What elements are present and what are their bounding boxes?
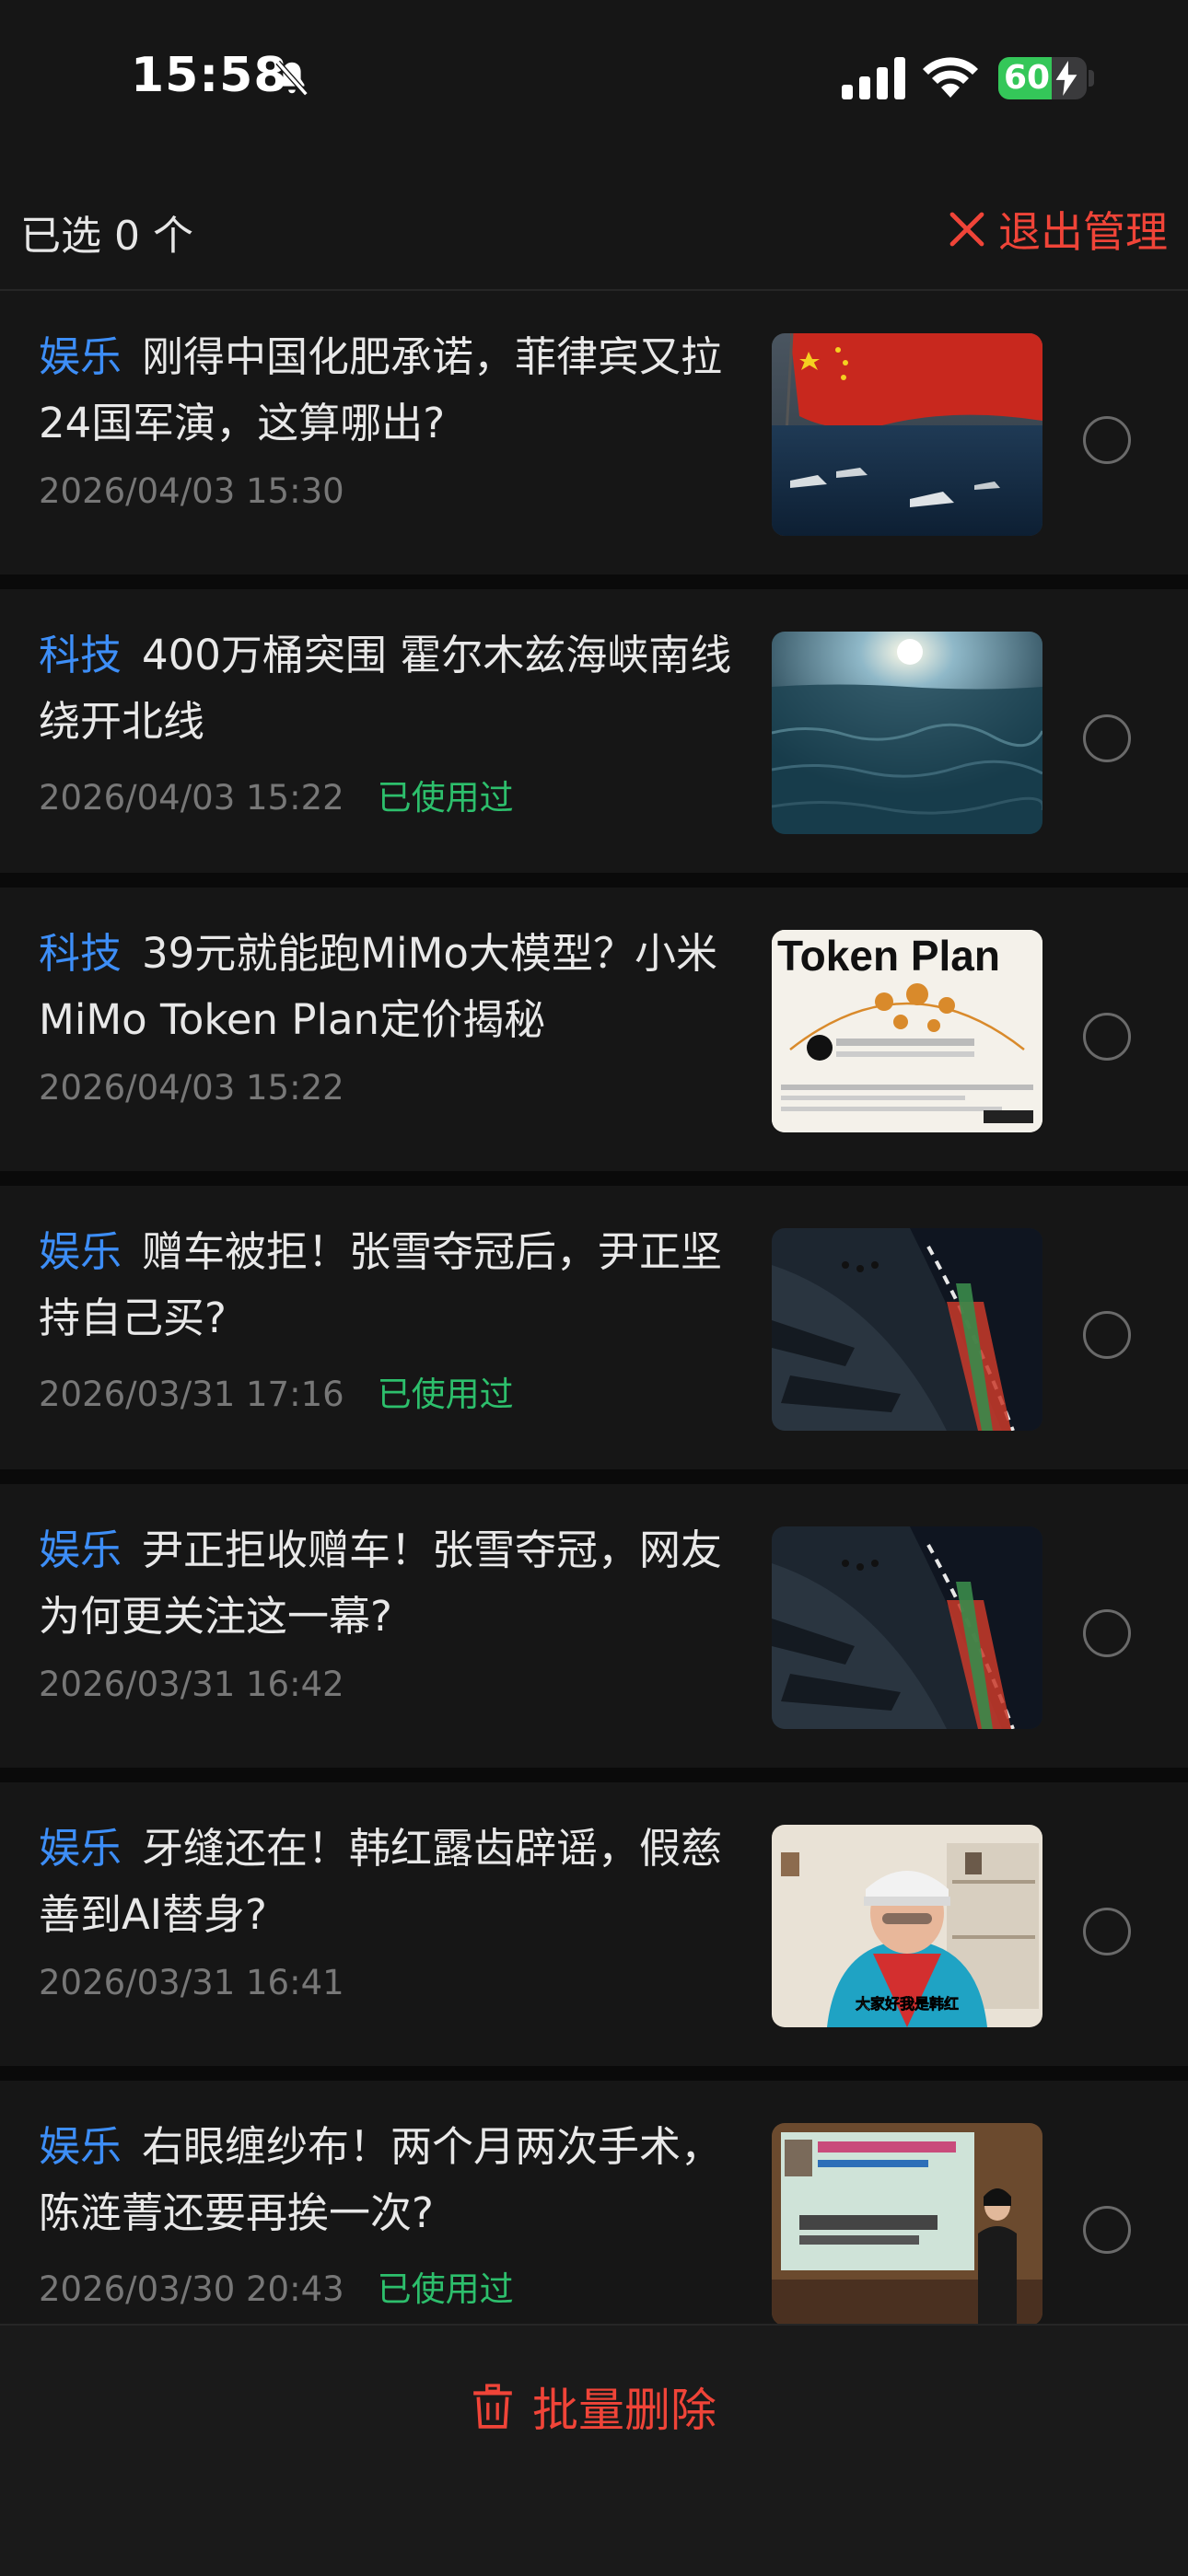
list-item[interactable]: 科技 39元就能跑MiMo大模型？小米MiMo Token Plan定价揭秘 20… — [0, 888, 1188, 1171]
article-date: 2026/04/03 15:30 — [39, 471, 344, 511]
trash-icon — [473, 2384, 512, 2429]
thumbnail-caption: 大家好我是韩红 — [856, 1995, 959, 2013]
article-thumbnail — [772, 333, 1042, 536]
article-thumbnail: 大家好我是韩红 — [772, 1825, 1042, 2027]
article-title: 科技 39元就能跑MiMo大模型？小米MiMo Token Plan定价揭秘 — [39, 929, 717, 1044]
article-list[interactable]: 娱乐 刚得中国化肥承诺，菲律宾又拉24国军演，这算哪出? 2026/04/03 1… — [0, 291, 1188, 2324]
batch-delete-button[interactable]: 批量删除 — [0, 2373, 1188, 2440]
list-item[interactable]: 娱乐 赠车被拒！张雪夺冠后，尹正坚持自己买? 2026/03/31 17:16 已使… — [0, 1186, 1188, 1469]
battery-charging-icon: 60 — [998, 57, 1087, 99]
select-radio[interactable] — [1083, 1013, 1131, 1061]
select-radio[interactable] — [1083, 2206, 1131, 2254]
article-thumbnail — [772, 632, 1042, 834]
list-item[interactable]: 娱乐 牙缝还在！韩红露齿辟谣，假慈善到AI替身? 2026/03/31 16:41… — [0, 1782, 1188, 2066]
category-tag: 娱乐 — [39, 332, 122, 381]
wifi-icon — [921, 55, 980, 99]
divider — [0, 1469, 1188, 1484]
article-meta: 2026/03/31 16:42 — [39, 1665, 378, 1704]
article-title: 娱乐 右眼缠纱布！两个月两次手术，陈涟菁还要再挨一次? — [39, 2122, 723, 2237]
divider — [0, 1171, 1188, 1186]
category-tag: 娱乐 — [39, 2122, 122, 2171]
article-date: 2026/04/03 15:22 — [39, 1068, 344, 1108]
status-time: 15:58 — [131, 48, 288, 103]
list-item[interactable]: 娱乐 尹正拒收赠车！张雪夺冠，网友为何更关注这一幕? 2026/03/31 16:… — [0, 1484, 1188, 1768]
category-tag: 科技 — [39, 929, 122, 978]
divider — [0, 873, 1188, 888]
battery-cap — [1089, 70, 1094, 87]
article-thumbnail — [772, 2123, 1042, 2324]
list-item[interactable]: 科技 400万桶突围 霍尔木兹海峡南线绕开北线 2026/04/03 15:22 已… — [0, 589, 1188, 873]
article-meta: 2026/03/31 16:41 — [39, 1963, 378, 2002]
article-thumbnail — [772, 1526, 1042, 1729]
category-tag: 娱乐 — [39, 1526, 122, 1574]
article-date: 2026/03/31 17:16 — [39, 1375, 344, 1414]
token-plan-thumb-text: Token Plan — [777, 932, 1000, 980]
select-radio[interactable] — [1083, 714, 1131, 762]
bolt-icon — [1055, 61, 1077, 96]
selected-count-label: 已选 0 个 — [20, 213, 193, 260]
article-thumbnail — [772, 1228, 1042, 1431]
batch-delete-label: 批量删除 — [532, 2384, 716, 2437]
article-title: 科技 400万桶突围 霍尔木兹海峡南线绕开北线 — [39, 631, 732, 746]
close-icon — [949, 212, 984, 247]
bell-slash-icon — [271, 57, 313, 99]
article-title: 娱乐 尹正拒收赠车！张雪夺冠，网友为何更关注这一幕? — [39, 1526, 723, 1641]
list-item[interactable]: 娱乐 刚得中国化肥承诺，菲律宾又拉24国军演，这算哪出? 2026/04/03 1… — [0, 291, 1188, 574]
divider — [0, 2066, 1188, 2081]
select-radio[interactable] — [1083, 416, 1131, 464]
used-badge: 已使用过 — [377, 1375, 514, 1414]
article-thumbnail: Token Plan — [772, 930, 1042, 1132]
category-tag: 娱乐 — [39, 1824, 122, 1873]
category-tag: 娱乐 — [39, 1227, 122, 1276]
article-meta: 2026/04/03 15:22 已使用过 — [39, 770, 514, 819]
article-date: 2026/03/30 20:43 — [39, 2269, 344, 2309]
article-date: 2026/03/31 16:42 — [39, 1665, 344, 1704]
select-radio[interactable] — [1083, 1908, 1131, 1955]
article-title: 娱乐 刚得中国化肥承诺，菲律宾又拉24国军演，这算哪出? — [39, 332, 723, 447]
exit-manage-label: 退出管理 — [998, 207, 1168, 257]
cellular-signal-icon — [842, 57, 906, 99]
status-bar: 15:58 60 — [0, 0, 1188, 166]
list-item[interactable]: 娱乐 右眼缠纱布！两个月两次手术，陈涟菁还要再挨一次? 2026/03/30 20… — [0, 2081, 1188, 2324]
battery-percentage: 60 — [1004, 59, 1051, 97]
used-badge: 已使用过 — [377, 2269, 514, 2309]
used-badge: 已使用过 — [377, 778, 514, 818]
category-tag: 科技 — [39, 631, 122, 679]
article-meta: 2026/04/03 15:22 — [39, 1068, 378, 1108]
article-date: 2026/04/03 15:22 — [39, 778, 344, 818]
article-date: 2026/03/31 16:41 — [39, 1963, 344, 2002]
manage-header: 已选 0 个 退出管理 — [0, 166, 1188, 291]
bottom-action-bar: 批量删除 — [0, 2324, 1188, 2576]
divider — [0, 574, 1188, 589]
select-radio[interactable] — [1083, 1609, 1131, 1657]
article-title: 娱乐 赠车被拒！张雪夺冠后，尹正坚持自己买? — [39, 1227, 723, 1342]
divider — [0, 1768, 1188, 1782]
select-radio[interactable] — [1083, 1311, 1131, 1359]
article-meta: 2026/03/30 20:43 已使用过 — [39, 2261, 514, 2311]
article-meta: 2026/03/31 17:16 已使用过 — [39, 1366, 514, 1416]
article-meta: 2026/04/03 15:30 — [39, 471, 378, 511]
article-title: 娱乐 牙缝还在！韩红露齿辟谣，假慈善到AI替身? — [39, 1824, 723, 1939]
exit-manage-button[interactable]: 退出管理 — [949, 199, 1168, 260]
